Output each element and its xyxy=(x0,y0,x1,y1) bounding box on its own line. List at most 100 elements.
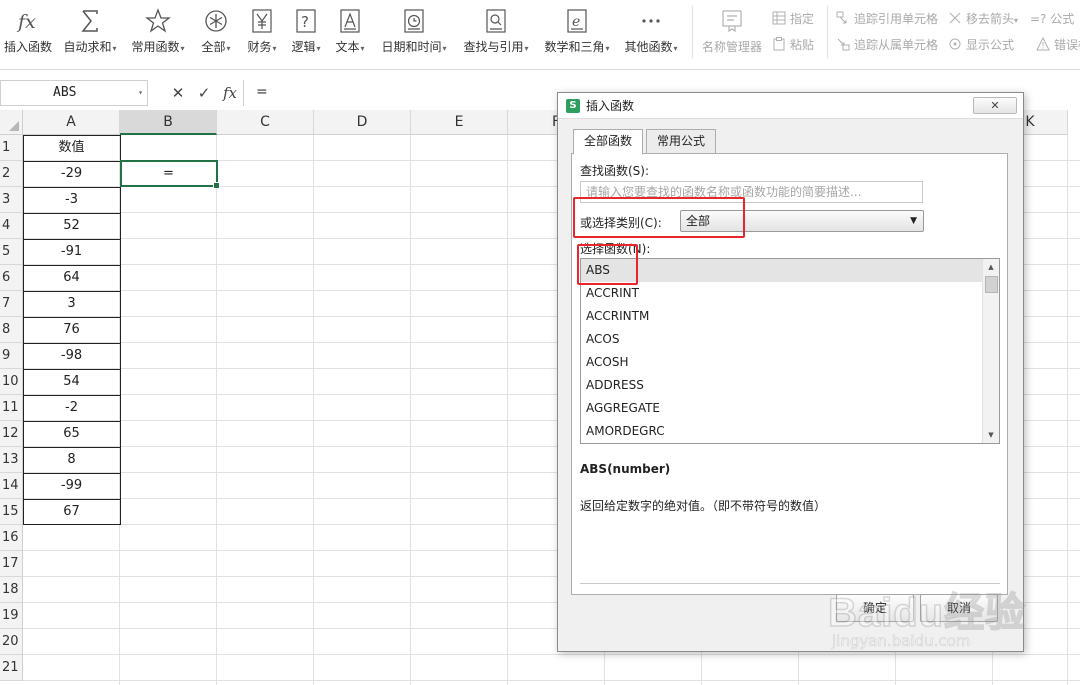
cell-a1-header[interactable]: 数值 xyxy=(23,135,120,160)
financial-button[interactable]: 财务▾ xyxy=(242,6,282,62)
column-header-b[interactable]: B xyxy=(120,110,217,135)
function-item-accrintm[interactable]: ACCRINTM xyxy=(581,305,982,328)
cell-a2[interactable]: -29 xyxy=(23,161,120,186)
cell-a5[interactable]: -91 xyxy=(23,239,120,264)
chevron-down-icon[interactable]: ▾ xyxy=(138,81,143,105)
function-list[interactable]: ABS ACCRINT ACCRINTM ACOS ACOSH ADDRESS AGGREG… xyxy=(580,258,1000,444)
other-functions-button[interactable]: 其他函数▾ xyxy=(620,6,682,62)
row-header-20[interactable]: 20 xyxy=(0,629,23,655)
row-header-16[interactable]: 16 xyxy=(0,525,23,551)
chevron-down-icon: ▾ xyxy=(1014,16,1019,25)
scroll-down-icon[interactable]: ▼ xyxy=(983,427,999,443)
cell-a10[interactable]: 54 xyxy=(23,369,120,394)
date-time-label: 日期和时间 xyxy=(381,40,442,54)
row-header-19[interactable]: 19 xyxy=(0,603,23,629)
cell-a13[interactable]: 8 xyxy=(23,447,120,472)
row-header-5[interactable]: 5 xyxy=(0,239,23,265)
active-cell[interactable] xyxy=(120,160,220,189)
cell-a7[interactable]: 3 xyxy=(23,291,120,316)
dialog-title: 插入函数 xyxy=(586,99,635,113)
row-header-17[interactable]: 17 xyxy=(0,551,23,577)
warning-icon xyxy=(1036,36,1050,51)
name-manager-label: 名称管理器 xyxy=(701,40,762,54)
row-header-18[interactable]: 18 xyxy=(0,577,23,603)
row-header-13[interactable]: 13 xyxy=(0,447,23,473)
cancel-icon[interactable]: ✕ xyxy=(165,80,191,106)
trace-dependents-button[interactable]: 追踪从属单元格 xyxy=(836,36,938,54)
cancel-button[interactable]: 取消 xyxy=(920,594,998,622)
function-item-abs[interactable]: ABS xyxy=(581,259,982,282)
row-header-7[interactable]: 7 xyxy=(0,291,23,317)
list-scrollbar[interactable]: ▲ ▼ xyxy=(982,259,999,443)
remove-arrows-icon xyxy=(948,11,962,25)
all-functions-button[interactable]: 全部▾ xyxy=(196,6,236,62)
trace-precedents-label: 追踪引用单元格 xyxy=(854,12,939,26)
error-check-button[interactable]: 错误检 xyxy=(1036,36,1080,54)
math-trig-button[interactable]: e 数学和三角▾ xyxy=(540,6,614,62)
highlight-function xyxy=(577,244,638,285)
row-header-10[interactable]: 10 xyxy=(0,369,23,395)
formula-audit-button[interactable]: =? 公式 xyxy=(1030,10,1074,28)
row-header-9[interactable]: 9 xyxy=(0,343,23,369)
show-formulas-button[interactable]: 显示公式 xyxy=(948,36,1014,54)
row-header-1[interactable]: 1 xyxy=(0,135,23,161)
cell-a15[interactable]: 67 xyxy=(23,499,120,524)
name-manager-button[interactable]: 名称管理器 xyxy=(700,6,764,62)
dialog-title-bar[interactable]: S 插入函数 ✕ xyxy=(558,93,1023,119)
function-item-aggregate[interactable]: AGGREGATE xyxy=(581,397,982,420)
chevron-down-icon: ▾ xyxy=(226,44,231,53)
column-header-a[interactable]: A xyxy=(23,110,120,135)
cell-a11[interactable]: -2 xyxy=(23,395,120,420)
function-item-address[interactable]: ADDRESS xyxy=(581,374,982,397)
trace-precedents-button[interactable]: 追踪引用单元格 xyxy=(836,10,938,28)
tab-common-formulas[interactable]: 常用公式 xyxy=(646,129,717,154)
function-item-acosh[interactable]: ACOSH xyxy=(581,351,982,374)
close-button[interactable]: ✕ xyxy=(973,97,1017,114)
row-header-6[interactable]: 6 xyxy=(0,265,23,291)
row-header-12[interactable]: 12 xyxy=(0,421,23,447)
cell-a6[interactable]: 64 xyxy=(23,265,120,290)
function-item-acos[interactable]: ACOS xyxy=(581,328,982,351)
cell-a9[interactable]: -98 xyxy=(23,343,120,368)
row-header-4[interactable]: 4 xyxy=(0,213,23,239)
function-item-accrint[interactable]: ACCRINT xyxy=(581,282,982,305)
cell-a3[interactable]: -3 xyxy=(23,187,120,212)
checkmark-icon[interactable]: ✓ xyxy=(191,80,217,106)
star-icon xyxy=(128,6,188,34)
row-header-11[interactable]: 11 xyxy=(0,395,23,421)
row-header-14[interactable]: 14 xyxy=(0,473,23,499)
row-header-3[interactable]: 3 xyxy=(0,187,23,213)
remove-arrows-button[interactable]: 移去箭头▾ xyxy=(948,10,1018,28)
cell-a12[interactable]: 65 xyxy=(23,421,120,446)
row-header-15[interactable]: 15 xyxy=(0,499,23,525)
fx-icon[interactable]: fx xyxy=(217,80,243,106)
define-name-button[interactable]: 指定 xyxy=(772,10,814,28)
insert-function-button[interactable]: fx 插入函数 xyxy=(2,6,54,62)
cell-a14[interactable]: -99 xyxy=(23,473,120,498)
cell-a4[interactable]: 52 xyxy=(23,213,120,238)
logical-button[interactable]: ? 逻辑▾ xyxy=(286,6,326,62)
autosum-button[interactable]: 自动求和▾ xyxy=(60,6,120,62)
column-header-c[interactable]: C xyxy=(217,110,314,135)
select-all-corner[interactable] xyxy=(0,110,23,135)
row-header-2[interactable]: 2 xyxy=(0,161,23,187)
row-header-21[interactable]: 21 xyxy=(0,655,23,681)
date-time-button[interactable]: 日期和时间▾ xyxy=(378,6,450,62)
scroll-thumb[interactable] xyxy=(985,276,998,293)
column-header-e[interactable]: E xyxy=(411,110,508,135)
ok-button[interactable]: 确定 xyxy=(836,594,914,622)
name-box[interactable]: ABS ▾ xyxy=(0,80,148,106)
function-item-amordegrc[interactable]: AMORDEGRC xyxy=(581,420,982,443)
gridline-horizontal xyxy=(23,680,1080,681)
paste-name-button[interactable]: 粘贴 xyxy=(772,36,814,54)
text-button[interactable]: 文本▾ xyxy=(330,6,370,62)
common-functions-button[interactable]: 常用函数▾ xyxy=(128,6,188,62)
tab-all-functions[interactable]: 全部函数 xyxy=(573,129,644,155)
lookup-reference-button[interactable]: 查找与引用▾ xyxy=(459,6,533,62)
ribbon-toolbar: fx 插入函数 自动求和▾ 常用函数▾ 全部▾ 财务▾ ? 逻辑▾ 文本▾ 日期… xyxy=(0,0,1080,70)
column-header-d[interactable]: D xyxy=(314,110,411,135)
scroll-up-icon[interactable]: ▲ xyxy=(983,259,999,275)
text-a-icon xyxy=(330,6,370,34)
cell-a8[interactable]: 76 xyxy=(23,317,120,342)
row-header-8[interactable]: 8 xyxy=(0,317,23,343)
